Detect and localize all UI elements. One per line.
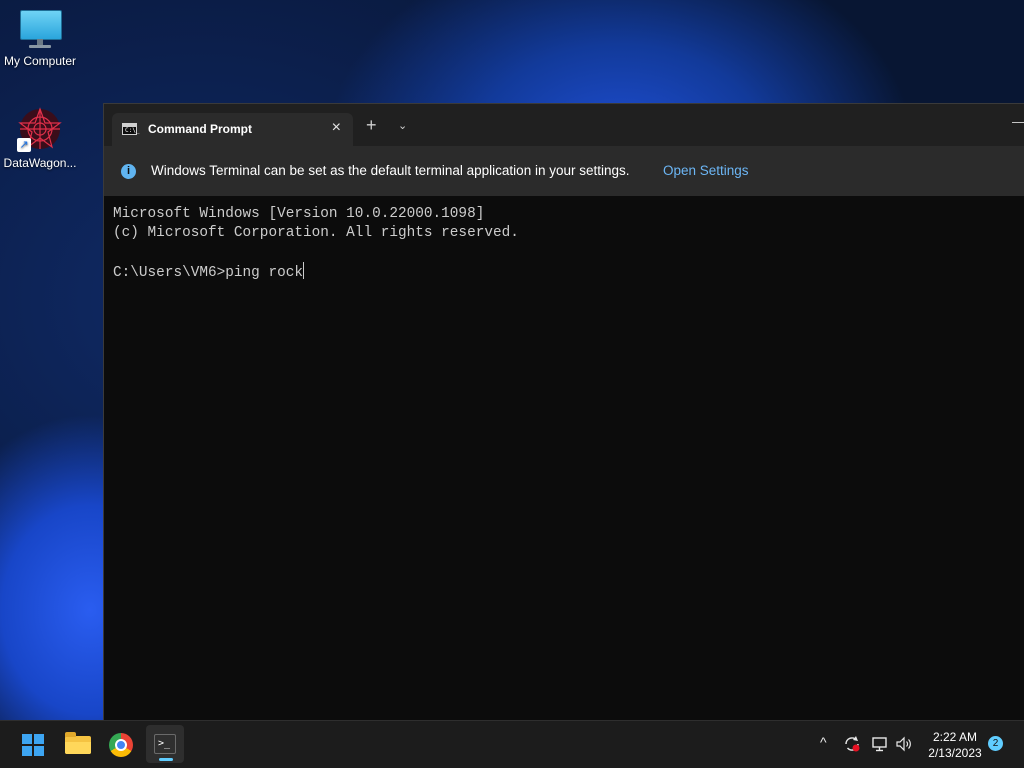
network-icon[interactable]	[871, 735, 889, 757]
desktop-icon-datawagon[interactable]: ↗ DataWagon...	[0, 106, 80, 170]
clock-date: 2/13/2023	[928, 746, 982, 760]
minimize-button[interactable]: —	[1012, 113, 1024, 129]
sync-icon[interactable]	[843, 735, 861, 757]
start-icon	[22, 734, 44, 756]
tab-bar: C:\_ Command Prompt × + ⌄ —	[104, 104, 1024, 146]
active-indicator	[159, 758, 173, 761]
tab-title: Command Prompt	[148, 122, 253, 136]
start-button[interactable]	[13, 725, 51, 763]
desktop-icon-label: My Computer	[3, 54, 77, 68]
info-bar-message: Windows Terminal can be set as the defau…	[151, 163, 630, 178]
computer-icon	[18, 10, 62, 50]
info-icon: i	[121, 164, 136, 179]
command-prompt-icon: C:\_	[122, 123, 139, 135]
new-tab-button[interactable]: +	[366, 116, 377, 134]
close-icon[interactable]: ×	[332, 119, 341, 137]
desktop-icon-my-computer[interactable]: My Computer	[0, 10, 80, 68]
taskbar: >_ ^ 2:22 AM 2/13/2023 2	[0, 720, 1024, 768]
system-clock[interactable]: 2:22 AM 2/13/2023	[920, 729, 990, 761]
notification-badge[interactable]: 2	[988, 736, 1003, 751]
file-explorer-button[interactable]	[58, 725, 96, 763]
console-input: C:\Users\VM6>ping rock	[113, 265, 303, 281]
tab-command-prompt[interactable]: C:\_ Command Prompt ×	[112, 113, 353, 146]
info-bar: i Windows Terminal can be set as the def…	[104, 146, 1024, 196]
chrome-icon	[109, 733, 133, 757]
open-settings-link[interactable]: Open Settings	[663, 163, 749, 178]
console-line: Microsoft Windows [Version 10.0.22000.10…	[113, 206, 485, 222]
terminal-window[interactable]: C:\_ Command Prompt × + ⌄ — i Windows Te…	[103, 103, 1024, 721]
console-line: (c) Microsoft Corporation. All rights re…	[113, 225, 519, 241]
terminal-icon: >_	[154, 734, 176, 754]
file-explorer-icon	[65, 732, 91, 754]
clock-time: 2:22 AM	[932, 730, 978, 744]
shortcut-arrow-icon: ↗	[17, 138, 31, 152]
desktop-icon-label: DataWagon...	[3, 156, 77, 170]
show-hidden-icons-chevron[interactable]: ^	[820, 734, 827, 750]
chevron-down-icon[interactable]: ⌄	[398, 119, 407, 132]
datawagon-icon: ↗	[17, 106, 63, 152]
chrome-button[interactable]	[102, 725, 140, 763]
console-output[interactable]: Microsoft Windows [Version 10.0.22000.10…	[113, 205, 519, 283]
volume-icon[interactable]	[895, 735, 913, 757]
text-cursor	[303, 262, 304, 279]
console-line: ​	[113, 243, 519, 262]
console-prompt-line: C:\Users\VM6>ping rock	[113, 262, 519, 283]
terminal-taskbar-button[interactable]: >_	[146, 725, 184, 763]
